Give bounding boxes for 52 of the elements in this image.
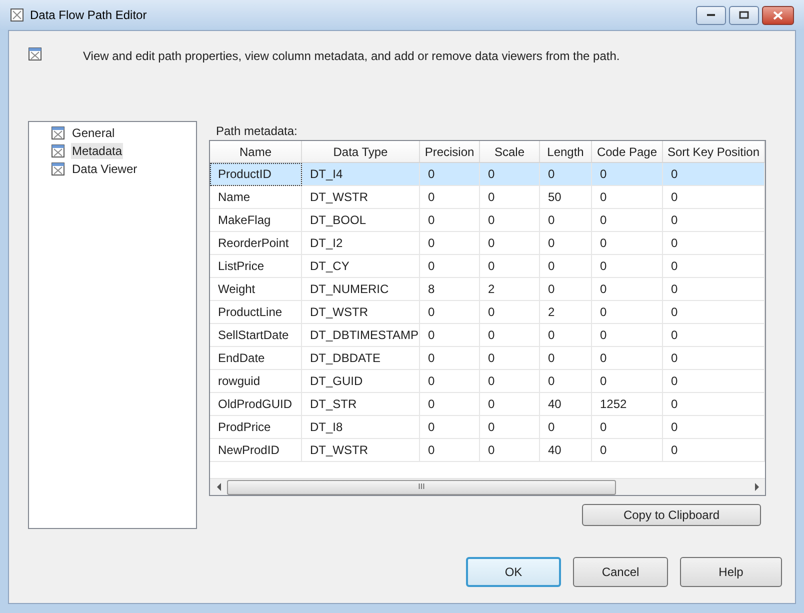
tree-item[interactable]: Data Viewer	[71, 161, 138, 177]
table-row[interactable]: Name DT_WSTR 0 0 50 0 0	[210, 186, 765, 209]
table-cell: 40	[540, 439, 592, 462]
table-cell: 0	[480, 439, 540, 462]
table-row[interactable]: OldProdGUID DT_STR 0 0 40 1252 0	[210, 393, 765, 416]
description-text: View and edit path properties, view column metadata, and add or remove data viewers from the path.	[83, 48, 620, 65]
dialog-button[interactable]: Help	[680, 557, 782, 587]
table-cell: 0	[420, 439, 480, 462]
scrollbar-thumb[interactable]: III	[227, 480, 616, 494]
minimize-icon	[706, 13, 716, 17]
window-title: Data Flow Path Editor	[30, 7, 147, 24]
tree-item[interactable]: General	[71, 125, 116, 141]
dialog-button[interactable]: Cancel	[573, 557, 668, 587]
column-header[interactable]: Sort Key Position	[663, 141, 765, 162]
copy-to-clipboard-button[interactable]: Copy to Clipboard	[582, 504, 761, 526]
left-arrow-icon	[216, 483, 222, 491]
maximize-button[interactable]	[729, 6, 759, 24]
node-icon	[51, 126, 65, 140]
section-label: Path metadata:	[216, 123, 298, 140]
column-header[interactable]: Code Page	[592, 141, 663, 162]
close-icon	[773, 10, 783, 20]
column-header[interactable]: Data Type	[302, 141, 420, 162]
right-arrow-icon	[754, 483, 760, 491]
node-icon	[51, 144, 65, 158]
table-row[interactable]: rowguid DT_GUID 0 0 0 0 0	[210, 370, 765, 393]
table-row[interactable]: Weight DT_NUMERIC 8 2 0 0 0	[210, 278, 765, 301]
column-header[interactable]: Length	[540, 141, 592, 162]
table-cell: DT_WSTR	[302, 439, 420, 462]
node-icon	[51, 162, 65, 176]
column-header[interactable]: Precision	[420, 141, 480, 162]
table-row[interactable]: EndDate DT_DBDATE 0 0 0 0 0	[210, 347, 765, 370]
grip-text: III	[418, 483, 425, 491]
table-row[interactable]: ListPrice DT_CY 0 0 0 0 0	[210, 255, 765, 278]
tree-item[interactable]: Metadata	[71, 143, 124, 159]
maximize-icon	[739, 11, 749, 19]
table-row[interactable]: SellStartDate DT_DBTIMESTAMP 0 0 0 0 0	[210, 324, 765, 347]
table-row[interactable]: ProductID DT_I4 0 0 0 0 0	[210, 163, 765, 186]
minimize-button[interactable]	[696, 6, 726, 24]
table-cell: NewProdID	[210, 439, 302, 462]
column-header[interactable]: Scale	[480, 141, 540, 162]
app-icon	[10, 8, 24, 22]
table-cell: 0	[663, 439, 765, 462]
close-button[interactable]	[762, 6, 794, 24]
table-cell: 0	[592, 439, 663, 462]
table-row[interactable]: NewProdID DT_WSTR 0 0 40 0 0	[210, 439, 765, 462]
table-row[interactable]: MakeFlag DT_BOOL 0 0 0 0 0	[210, 209, 765, 232]
table-row[interactable]: ProductLine DT_WSTR 0 0 2 0 0	[210, 301, 765, 324]
editor-icon	[28, 47, 42, 61]
column-header[interactable]: Name	[210, 141, 302, 162]
table-row[interactable]: ProdPrice DT_I8 0 0 0 0 0	[210, 416, 765, 439]
dialog-button[interactable]: OK	[466, 557, 561, 587]
table-row[interactable]: ReorderPoint DT_I2 0 0 0 0 0	[210, 232, 765, 255]
